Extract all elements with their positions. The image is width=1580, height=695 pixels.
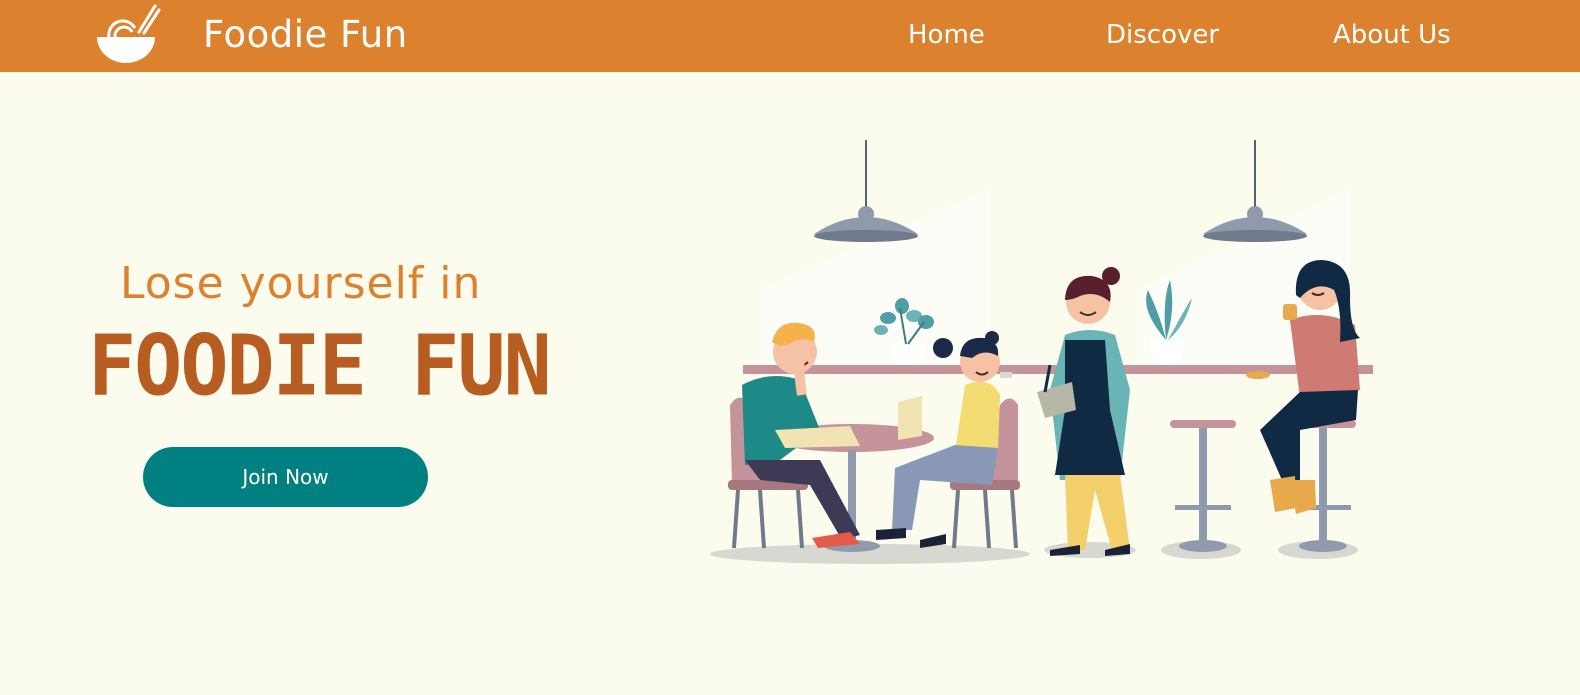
waitress-character [1037,267,1130,556]
join-now-button[interactable]: Join Now [143,447,428,507]
nav-discover-link[interactable]: Discover [1106,17,1219,53]
cafe-scene-illustration [710,140,1373,564]
pendant-lamp-left [814,140,918,242]
hero-title: FOODIE FUN [88,316,552,415]
nav-about-us-link[interactable]: About Us [1333,17,1451,53]
hero-subtitle: Lose yourself in [120,258,482,309]
top-navbar: Foodie Fun Home Discover About Us [0,0,1580,72]
bar-stool-left [1170,420,1236,552]
nav-home-link[interactable]: Home [908,17,985,53]
brand-name[interactable]: Foodie Fun [203,10,408,60]
pendant-lamp-right [1203,140,1307,242]
noodle-bowl-icon[interactable] [95,2,161,64]
